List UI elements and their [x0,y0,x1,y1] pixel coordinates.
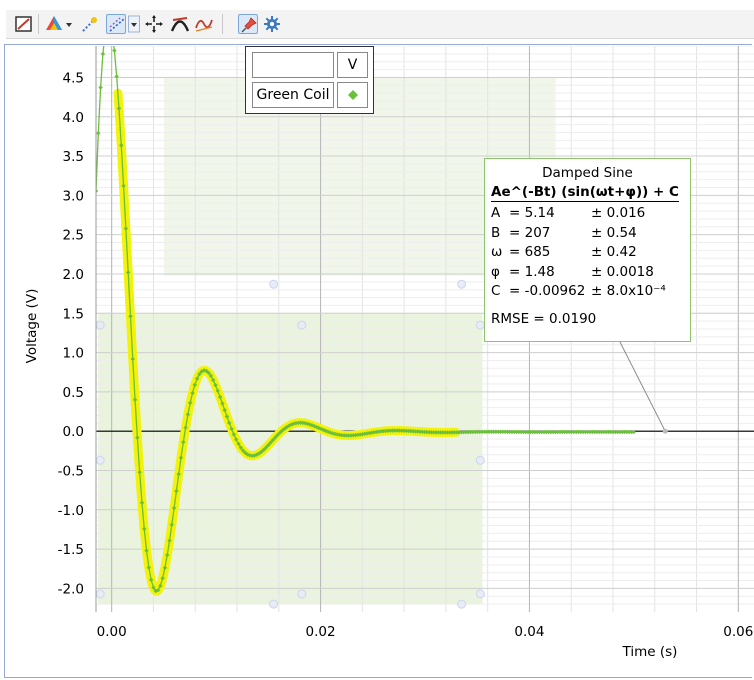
data-point [98,85,103,90]
fit-param-name: φ [491,263,500,280]
y-axis-label: Voltage (V) [24,289,40,364]
selection-handle [297,320,307,330]
y-tick-label: -0.5 [58,464,84,480]
curve-fit-info-box[interactable]: Damped Sine Ae^(-Bt) (sin(ωt+φ)) + C A =… [484,158,691,342]
legend-unit-label: V [337,52,368,78]
fit-param-row: C = -0.00962 ± 8.0x10⁻⁴ [491,283,687,301]
data-point [112,48,117,53]
fit-title: Damped Sine [542,165,633,181]
selection-handle [457,279,467,289]
selection-region [98,313,483,605]
fit-param-value: = -0.00962 [509,283,586,299]
selection-handle [457,599,467,609]
fit-param-error: ± 0.42 [591,244,637,260]
fit-param-row: φ = 1.48 ± 0.0018 [491,264,687,282]
fit-param-error: ± 8.0x10⁻⁴ [591,283,666,299]
y-tick-label: -2.0 [58,581,84,597]
fit-leader-dot [662,428,668,434]
fit-param-value: = 207 [509,224,551,241]
selection-handle [297,589,307,599]
y-tick-label: 0.0 [63,424,84,440]
selection-handle [96,589,105,599]
legend-unit-input[interactable] [252,52,334,78]
x-axis-label: Time (s) [622,644,678,660]
legend[interactable]: V Green Coil [245,46,374,114]
y-tick-label: 1.0 [63,346,84,362]
y-tick-label: 1.5 [63,306,84,322]
data-point [114,74,119,79]
y-tick-label: -1.0 [58,503,84,519]
selection-handle [269,279,279,289]
selection-handle [96,320,105,330]
fit-param-value: = 1.48 [509,263,555,280]
selection-handle [475,455,485,465]
y-tick-label: -1.5 [58,542,84,558]
fit-param-error: ± 0.016 [591,205,646,221]
fit-param-name: B [491,224,501,241]
fit-param-value: = 5.14 [509,205,555,221]
data-point [108,20,112,24]
y-tick-label: 2.5 [63,228,84,244]
selection-handle [96,455,105,465]
x-tick-label: 0.04 [514,624,544,640]
fit-param-row: ω = 685 ± 0.42 [491,244,687,262]
data-point [100,51,106,57]
fit-equation: Ae^(-Bt) (sin(ωt+φ)) + C [491,184,679,202]
fit-param-name: C [491,283,501,299]
x-tick-label: 0.02 [306,624,336,640]
fit-param-error: ± 0.54 [591,224,637,241]
data-point [631,429,636,435]
y-tick-label: 3.0 [63,188,84,204]
y-tick-label: 4.0 [63,110,84,126]
data-point [110,30,114,34]
data-point [105,20,109,24]
x-tick-label: 0.06 [723,624,753,640]
selection-handle [475,589,485,599]
fit-param-error: ± 0.0018 [591,263,654,280]
y-tick-label: 0.5 [63,385,84,401]
fit-param-name: ω [491,244,503,260]
fit-param-name: A [491,205,501,221]
fit-param-value: = 685 [509,244,551,260]
data-point [103,30,107,34]
fit-param-row: B = 207 ± 0.54 [491,225,687,243]
legend-series-label: Green Coil [252,82,334,108]
x-tick-label: 0.00 [97,624,127,640]
y-tick-label: 3.5 [63,149,84,165]
data-point [96,130,101,136]
selection-handle [269,599,279,609]
y-tick-label: 4.5 [63,70,84,86]
fit-rmse: RMSE = 0.0190 [491,311,597,327]
y-tick-label: 2.0 [63,267,84,283]
legend-series-swatch[interactable] [337,82,368,108]
fit-leader-line [619,341,666,432]
fit-param-row: A = 5.14 ± 0.016 [491,205,687,223]
